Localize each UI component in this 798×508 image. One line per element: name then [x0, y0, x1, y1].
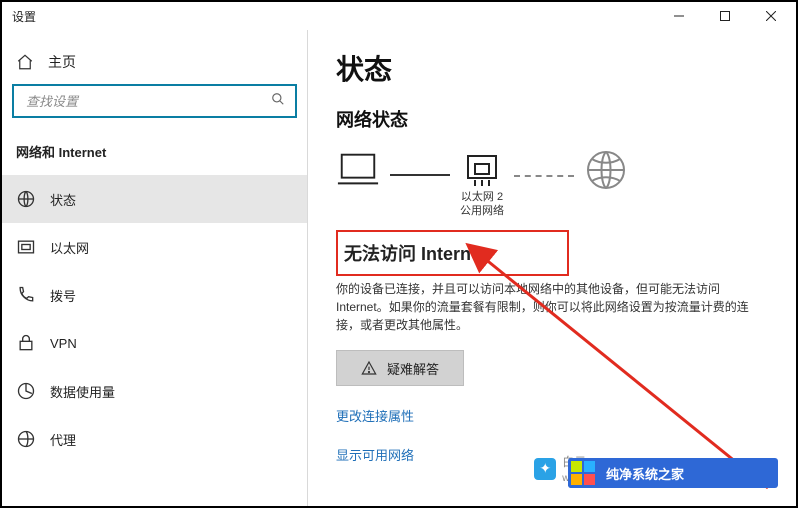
- troubleshoot-button[interactable]: 疑难解答: [336, 350, 464, 386]
- network-diagram: 以太网 2 公用网络: [336, 150, 768, 218]
- sidebar-category: 网络和 Internet: [2, 128, 307, 167]
- search-icon: [271, 92, 285, 111]
- sidebar-item-label: 状态: [50, 190, 76, 209]
- sidebar-item-dialup[interactable]: 拨号: [2, 271, 307, 319]
- alert-text: 无法访问 Internet: [344, 244, 487, 264]
- sidebar: 主页 网络和 Internet 状态: [2, 30, 308, 506]
- content-area: 状态 网络状态 以太网 2 公用网络: [308, 30, 796, 506]
- search-input-wrap[interactable]: [12, 84, 297, 118]
- proxy-icon: [16, 429, 36, 449]
- warning-icon: [361, 360, 377, 376]
- globe-icon: [584, 150, 628, 190]
- sidebar-item-label: 代理: [50, 430, 76, 449]
- sidebar-item-datausage[interactable]: 数据使用量: [2, 367, 307, 415]
- adapter-icon: [460, 150, 504, 190]
- watermark-primary: 纯净系统之家: [568, 458, 778, 488]
- data-usage-icon: [16, 381, 36, 401]
- adapter-name: 以太网 2: [461, 191, 503, 203]
- sidebar-item-vpn[interactable]: VPN: [2, 319, 307, 367]
- sidebar-home-label: 主页: [48, 52, 76, 72]
- node-globe: [584, 150, 628, 218]
- minimize-button[interactable]: [656, 2, 702, 30]
- alert-box: 无法访问 Internet: [336, 230, 569, 276]
- dialup-icon: [16, 285, 36, 305]
- bird-icon: ✦: [534, 458, 556, 480]
- sidebar-item-ethernet[interactable]: 以太网: [2, 223, 307, 271]
- sidebar-home[interactable]: 主页: [2, 40, 307, 84]
- node-laptop: [336, 150, 380, 218]
- sidebar-item-label: 数据使用量: [50, 382, 115, 401]
- sidebar-item-label: VPN: [50, 336, 77, 351]
- titlebar: 设置: [2, 2, 796, 30]
- close-button[interactable]: [748, 2, 794, 30]
- sidebar-item-label: 拨号: [50, 286, 76, 305]
- watermark-primary-text: 纯净系统之家: [598, 464, 684, 483]
- description-text: 你的设备已连接，并且可以访问本地网络中的其他设备，但可能无法访问 Interne…: [336, 280, 756, 334]
- network-type: 公用网络: [460, 205, 504, 217]
- page-title: 状态: [336, 48, 768, 88]
- window-title: 设置: [12, 8, 36, 25]
- link-change-properties[interactable]: 更改连接属性: [336, 406, 768, 425]
- home-icon: [16, 53, 34, 71]
- status-icon: [16, 189, 36, 209]
- section-title: 网络状态: [336, 106, 768, 132]
- sidebar-item-proxy[interactable]: 代理: [2, 415, 307, 463]
- maximize-button[interactable]: [702, 2, 748, 30]
- node-adapter: 以太网 2 公用网络: [460, 150, 504, 218]
- troubleshoot-label: 疑难解答: [387, 359, 439, 378]
- search-input[interactable]: [24, 93, 271, 110]
- laptop-icon: [336, 150, 380, 190]
- sidebar-item-label: 以太网: [50, 238, 89, 257]
- sidebar-item-status[interactable]: 状态: [2, 175, 307, 223]
- vpn-icon: [16, 333, 36, 353]
- ethernet-icon: [16, 237, 36, 257]
